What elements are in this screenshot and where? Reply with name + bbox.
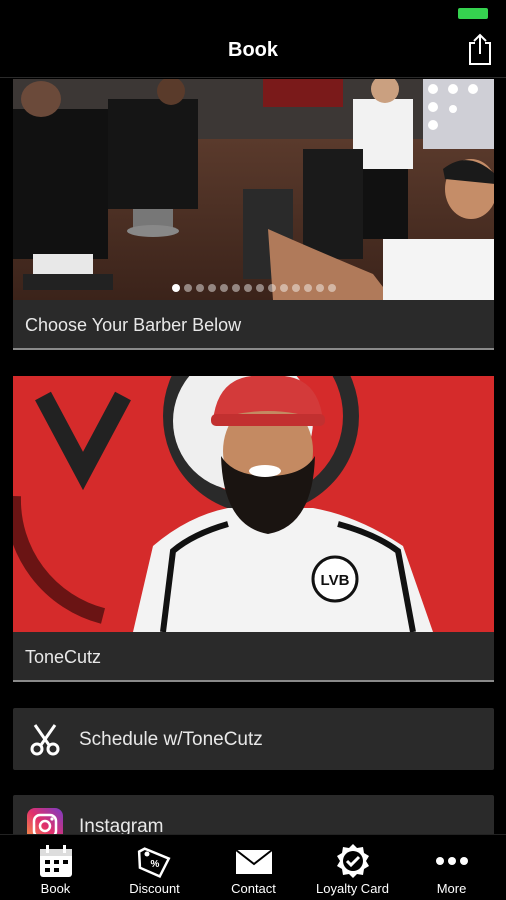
carousel-dot[interactable] xyxy=(231,284,240,292)
carousel-dots[interactable] xyxy=(13,284,494,292)
tab-book-label: Book xyxy=(40,881,71,896)
carousel-dot[interactable] xyxy=(207,284,216,292)
carousel-dot[interactable] xyxy=(267,284,276,292)
instagram-label: Instagram xyxy=(79,816,164,834)
tab-loyalty-card[interactable]: Loyalty Card xyxy=(302,835,403,900)
barbershop-photo xyxy=(13,79,494,300)
barber-portrait[interactable]: LVB xyxy=(13,376,494,632)
carousel-dot[interactable] xyxy=(171,284,180,292)
tab-discount-label: Discount xyxy=(129,881,180,896)
carousel-dot[interactable] xyxy=(183,284,192,292)
tab-more-label: More xyxy=(436,881,467,896)
carousel-dot[interactable] xyxy=(243,284,252,292)
choose-barber-label: Choose Your Barber Below xyxy=(25,315,242,335)
battery-icon xyxy=(458,8,488,19)
page-title: Book xyxy=(228,39,278,61)
choose-barber-header: Choose Your Barber Below xyxy=(13,300,494,350)
barber-name-bar[interactable]: ToneCutz xyxy=(13,632,494,682)
carousel-dot[interactable] xyxy=(315,284,324,292)
more-icon xyxy=(435,857,468,865)
tag-icon: % xyxy=(137,847,171,879)
carousel-dot[interactable] xyxy=(195,284,204,292)
carousel-dot[interactable] xyxy=(303,284,312,292)
barber-name: ToneCutz xyxy=(25,647,102,667)
carousel-dot[interactable] xyxy=(327,284,336,292)
carousel-dot[interactable] xyxy=(279,284,288,292)
status-bar xyxy=(0,0,506,24)
hero-carousel[interactable] xyxy=(13,79,494,300)
tab-more[interactable]: More xyxy=(401,835,502,900)
calendar-icon xyxy=(39,845,72,877)
tab-discount[interactable]: % Discount xyxy=(104,835,205,900)
scissors-icon xyxy=(30,724,60,756)
instagram-icon xyxy=(27,808,63,834)
share-icon xyxy=(469,33,491,65)
tab-contact-label: Contact xyxy=(231,881,276,896)
instagram-button[interactable]: Instagram xyxy=(13,795,494,834)
tab-book[interactable]: Book xyxy=(5,835,106,900)
envelope-icon xyxy=(234,849,273,874)
schedule-button[interactable]: Schedule w/ToneCutz xyxy=(13,708,494,770)
shirt-logo: LVB xyxy=(321,572,350,589)
nav-bar: Book xyxy=(0,24,506,78)
carousel-dot[interactable] xyxy=(255,284,264,292)
carousel-dot[interactable] xyxy=(291,284,300,292)
barber-photo: LVB xyxy=(13,376,494,632)
schedule-label: Schedule w/ToneCutz xyxy=(79,729,263,750)
badge-icon xyxy=(336,844,369,878)
svg-text:%: % xyxy=(150,859,159,870)
share-button[interactable] xyxy=(466,32,494,66)
carousel-dot[interactable] xyxy=(219,284,228,292)
tab-bar: Book % Discount Contact Loyalty Card Mor… xyxy=(0,834,506,900)
tab-contact[interactable]: Contact xyxy=(203,835,304,900)
content-scroll[interactable]: Choose Your Barber Below LVB ToneCutz Sc… xyxy=(0,79,506,834)
tab-loyalty-card-label: Loyalty Card xyxy=(316,881,389,896)
